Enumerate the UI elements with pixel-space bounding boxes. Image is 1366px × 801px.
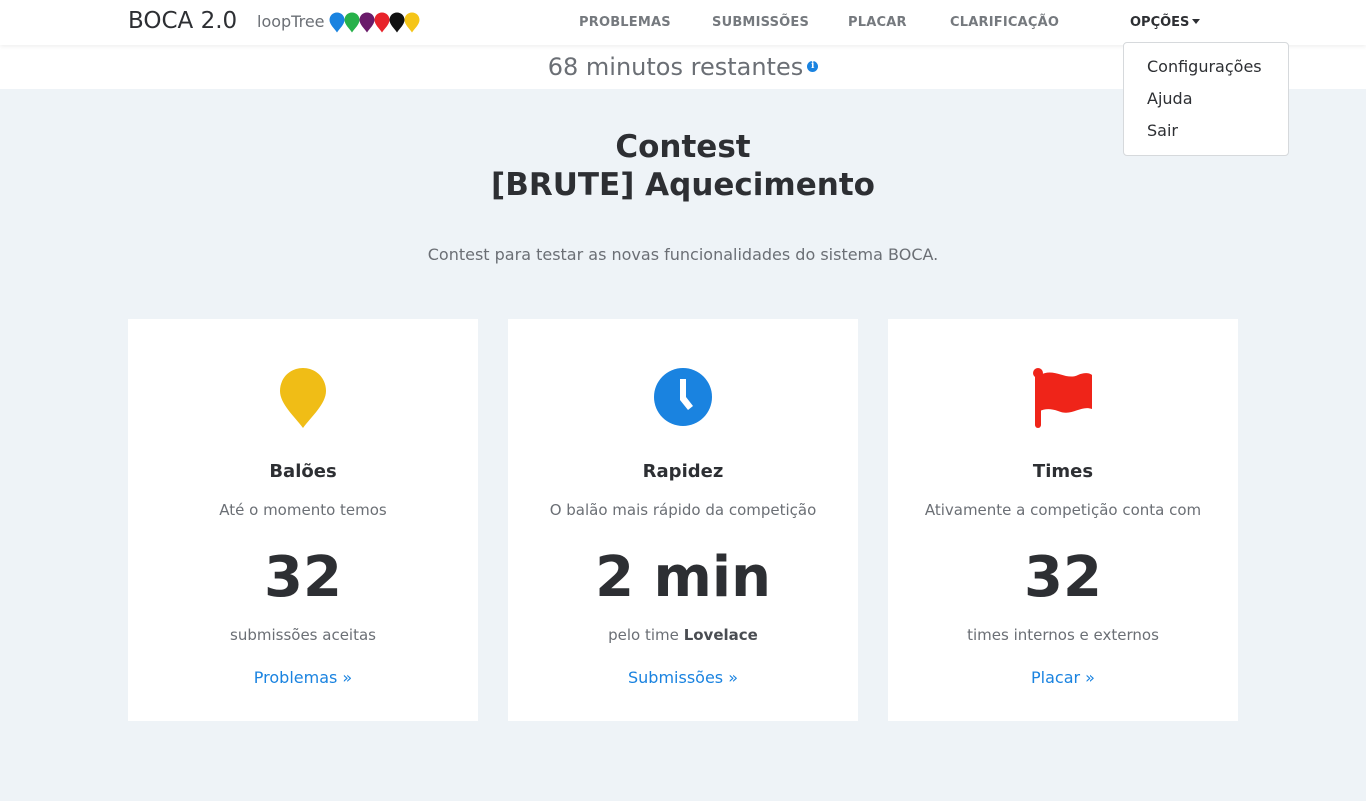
options-menu-toggle[interactable]: OPÇÕES [1130, 15, 1201, 30]
card-title: Balões [269, 461, 337, 482]
info-icon[interactable]: i [807, 61, 819, 72]
card-footer: pelo time Lovelace [508, 626, 858, 644]
card-footer: submissões aceitas [230, 626, 376, 644]
card-subtitle: Ativamente a competição conta com [924, 501, 1202, 519]
link-submissoes[interactable]: Submissões » [508, 668, 858, 687]
card-footer-prefix: pelo time [608, 626, 679, 644]
contest-description: Contest para testar as novas funcionalid… [427, 245, 939, 264]
dropdown-item-configuracoes[interactable]: Configurações [1124, 55, 1288, 87]
clock-icon [508, 367, 858, 431]
team-name: Lovelace [683, 626, 758, 644]
balloon-icon [329, 12, 345, 33]
card-footer: times internos e externos [967, 626, 1159, 644]
card-value: 2 min [595, 545, 771, 610]
nav-submissoes[interactable]: SUBMISSÕES [712, 15, 809, 30]
card-times: Times Ativamente a competição conta com … [888, 319, 1238, 721]
balloon-icon [389, 12, 405, 33]
options-dropdown: Configurações Ajuda Sair [1123, 42, 1289, 156]
caret-down-icon [1192, 19, 1201, 24]
balloon-icon [344, 12, 360, 33]
contest-title-line2: [BRUTE] Aquecimento [491, 167, 875, 203]
dropdown-item-sair[interactable]: Sair [1124, 119, 1288, 151]
card-rapidez: Rapidez O balão mais rápido da competiçã… [508, 319, 858, 721]
nav-placar[interactable]: PLACAR [848, 15, 907, 30]
balloon-icons [329, 12, 420, 33]
balloon-icon [128, 367, 478, 431]
card-title: Rapidez [642, 461, 724, 482]
countdown-text: 68 minutos restantes [547, 53, 804, 81]
dropdown-item-ajuda[interactable]: Ajuda [1124, 87, 1288, 119]
navbar: BOCA 2.0 loopTree PROBLEMAS SUBMISSÕES P… [0, 0, 1366, 45]
card-value: 32 [1024, 545, 1102, 610]
link-placar[interactable]: Placar » [888, 668, 1238, 687]
link-problemas[interactable]: Problemas » [128, 668, 478, 687]
nav-clarificacao[interactable]: CLARIFICAÇÃO [950, 15, 1059, 30]
nav-problemas[interactable]: PROBLEMAS [579, 15, 671, 30]
flag-icon [888, 367, 1238, 431]
card-baloes: Balões Até o momento temos 32 submissões… [128, 319, 478, 721]
card-title: Times [1032, 461, 1094, 482]
balloon-icon [404, 12, 420, 33]
brand-logo[interactable]: BOCA 2.0 [128, 8, 237, 34]
card-subtitle: Até o momento temos [219, 501, 387, 519]
card-value: 32 [264, 545, 342, 610]
balloon-icon [359, 12, 375, 33]
options-label: OPÇÕES [1130, 15, 1190, 30]
subbrand-label: loopTree [257, 12, 325, 31]
balloon-icon [374, 12, 390, 33]
card-subtitle: O balão mais rápido da competição [549, 501, 817, 519]
